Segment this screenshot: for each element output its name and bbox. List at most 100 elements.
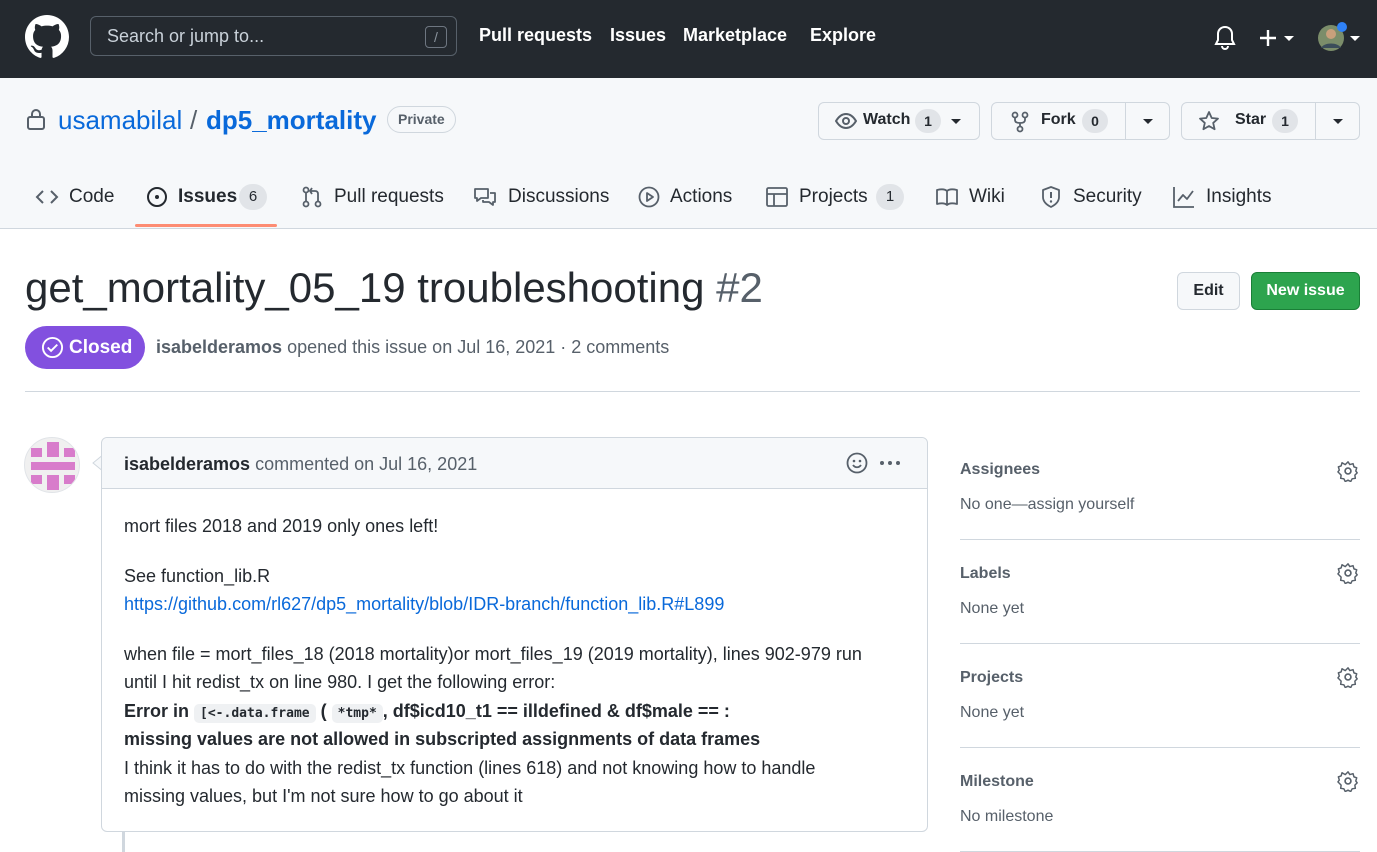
comment-header: isabelderamos commented on Jul 16, 2021 (102, 438, 927, 489)
chevron-down-icon (1333, 119, 1343, 124)
error-code-snippet: *tmp* (331, 704, 383, 723)
book-icon (936, 188, 958, 206)
notifications-bell-icon[interactable] (1212, 24, 1238, 52)
comment-author-link[interactable]: isabelderamos (124, 454, 250, 474)
watch-button-group: Watch 1 (818, 102, 980, 140)
comment-text-line: until I hit redist_tx on line 980. I get… (124, 672, 556, 692)
gear-icon[interactable] (1337, 460, 1359, 482)
pull-request-icon (302, 186, 322, 208)
sidebar-projects-title[interactable]: Projects (960, 669, 1023, 687)
star-icon (1199, 111, 1219, 131)
tab-wiki-label: Wiki (969, 186, 1005, 207)
tab-insights[interactable]: Insights (1172, 172, 1277, 228)
github-logo-icon[interactable] (25, 15, 69, 59)
watch-count: 1 (915, 109, 941, 133)
issue-state-label: Closed (69, 337, 133, 358)
repo-owner-link[interactable]: usamabilal (58, 105, 182, 136)
issue-number: #2 (716, 264, 763, 311)
tab-pull-requests-label: Pull requests (334, 186, 444, 207)
identicon-image (31, 442, 75, 490)
comment-text-line: I think it has to do with the redist_tx … (124, 758, 816, 778)
lock-icon (27, 109, 45, 130)
sidebar-milestone-value: No milestone (960, 808, 1054, 825)
tab-discussions[interactable]: Discussions (473, 172, 609, 228)
issue-meta-text: opened this issue on Jul 16, 2021 · 2 co… (287, 337, 670, 357)
chevron-down-icon (951, 119, 961, 124)
star-count: 1 (1272, 109, 1298, 133)
issue-author-link[interactable]: isabelderamos (156, 337, 282, 357)
comment-text-line: See function_lib.R (124, 566, 271, 586)
fork-dropdown-button[interactable] (1125, 103, 1169, 139)
nav-marketplace[interactable]: Marketplace (683, 25, 787, 46)
nav-explore[interactable]: Explore (810, 25, 876, 46)
issue-state-badge: Closed (25, 326, 145, 369)
fork-button[interactable]: Fork 0 (992, 103, 1126, 139)
nav-pull-requests[interactable]: Pull requests (479, 25, 592, 46)
tab-code[interactable]: Code (35, 172, 120, 228)
new-issue-button[interactable]: New issue (1251, 272, 1360, 310)
error-prefix: Error in (124, 701, 190, 721)
tab-wiki[interactable]: Wiki (935, 172, 1010, 228)
error-message-line: missing values are not allowed in subscr… (124, 729, 761, 749)
sidebar-divider (960, 539, 1360, 540)
tab-issues-count: 6 (239, 184, 267, 210)
play-circle-icon (638, 186, 660, 208)
gear-icon[interactable] (1337, 666, 1359, 688)
tab-issues-label: Issues (178, 186, 238, 207)
issue-opened-icon (147, 187, 167, 207)
error-message-line: Error in [<-.data.frame ( *tmp*, df$icd1… (124, 701, 730, 723)
error-paren: ( (320, 701, 327, 721)
gear-icon[interactable] (1337, 562, 1359, 584)
fork-icon (1011, 111, 1029, 133)
fork-count: 0 (1082, 109, 1108, 133)
watch-button[interactable]: Watch 1 (819, 103, 981, 139)
create-new-plus-icon[interactable] (1258, 24, 1298, 52)
tab-projects[interactable]: Projects 1 (765, 172, 910, 228)
tab-code-label: Code (69, 186, 115, 207)
issue-title-text: get_mortality_05_19 troubleshooting (25, 264, 705, 311)
sidebar-milestone-title[interactable]: Milestone (960, 773, 1034, 791)
issue-title: get_mortality_05_19 troubleshooting #2 (25, 264, 763, 312)
sidebar-labels-value: None yet (960, 600, 1025, 617)
tab-security-label: Security (1073, 186, 1142, 207)
tab-projects-label: Projects (799, 186, 868, 207)
watch-label: Watch (863, 111, 911, 128)
author-avatar[interactable] (24, 437, 80, 493)
star-label: Star (1235, 111, 1267, 128)
search-shortcut-key: / (425, 26, 447, 48)
timeline-connector (122, 832, 125, 852)
search-input[interactable]: Search or jump to... / (90, 16, 457, 56)
tab-issues[interactable]: Issues 6 (145, 172, 270, 228)
project-table-icon (766, 187, 788, 207)
fork-button-group: Fork 0 (991, 102, 1170, 140)
kebab-horizontal-icon[interactable] (878, 452, 902, 474)
comment-timestamp[interactable]: commented on Jul 16, 2021 (255, 454, 477, 474)
star-button-group: Star 1 (1181, 102, 1360, 140)
discussions-icon (474, 188, 496, 206)
edit-issue-button[interactable]: Edit (1177, 272, 1240, 310)
nav-issues[interactable]: Issues (610, 25, 666, 46)
gear-icon[interactable] (1337, 770, 1359, 792)
tab-pull-requests[interactable]: Pull requests (300, 172, 445, 228)
function-lib-link[interactable]: https://github.com/rl627/dp5_mortality/b… (124, 594, 724, 615)
tab-security[interactable]: Security (1039, 172, 1144, 228)
star-dropdown-button[interactable] (1315, 103, 1359, 139)
check-circle-icon (41, 336, 64, 359)
user-avatar-menu[interactable] (1316, 22, 1362, 52)
repo-name-link[interactable]: dp5_mortality (206, 105, 377, 136)
sidebar-assignees-title[interactable]: Assignees (960, 461, 1040, 479)
issue-meta: isabelderamos opened this issue on Jul 1… (156, 337, 669, 358)
sidebar-projects-value: None yet (960, 704, 1025, 721)
comment-text-line: when file = mort_files_18 (2018 mortalit… (124, 644, 862, 664)
code-icon (35, 190, 59, 204)
sidebar-assignees-value[interactable]: No one—assign yourself (960, 496, 1134, 514)
sidebar-labels-title[interactable]: Labels (960, 565, 1011, 583)
tab-actions[interactable]: Actions (637, 172, 737, 228)
tab-projects-count: 1 (876, 184, 904, 210)
visibility-badge: Private (387, 106, 456, 133)
fork-label: Fork (1041, 111, 1076, 128)
smiley-reaction-icon[interactable] (846, 452, 868, 474)
error-code-snippet: [<-.data.frame (194, 704, 316, 723)
star-button[interactable]: Star 1 (1182, 103, 1316, 139)
selected-tab-indicator (135, 224, 277, 227)
